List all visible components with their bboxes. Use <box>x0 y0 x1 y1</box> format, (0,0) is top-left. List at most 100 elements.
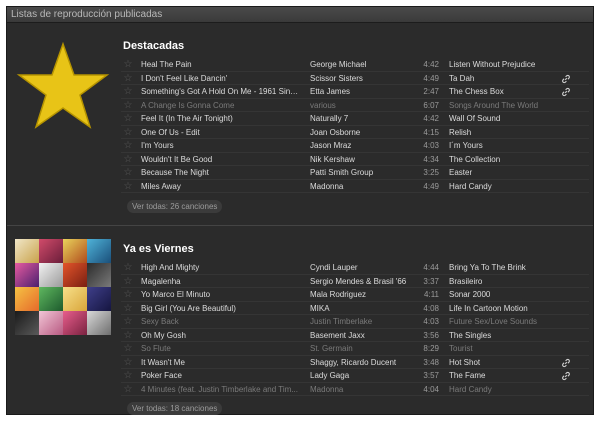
see-all-button[interactable]: Ver todas: 18 canciones <box>127 402 223 415</box>
track-artist[interactable]: Etta James <box>310 85 422 99</box>
track-name[interactable]: Feel It (In The Air Tonight) <box>141 112 301 126</box>
track-name[interactable]: Because The Night <box>141 166 301 180</box>
track-artist[interactable]: Basement Jaxx <box>310 329 422 343</box>
track-name[interactable]: A Change Is Gonna Come <box>141 99 301 113</box>
track-artist[interactable]: Mala Rodriguez <box>310 288 422 302</box>
track-name[interactable]: Poker Face <box>141 369 301 383</box>
star-outline-icon[interactable]: ☆ <box>121 112 135 126</box>
track-row[interactable]: ☆ Yo Marco El Minuto Mala Rodriguez 4:11 Son… <box>121 288 589 302</box>
link-icon[interactable] <box>561 87 571 97</box>
track-album[interactable]: The Singles <box>449 329 569 343</box>
track-artist[interactable]: Madonna <box>310 383 422 397</box>
star-outline-icon[interactable]: ☆ <box>121 356 135 370</box>
track-album[interactable]: The Chess Box <box>449 85 569 99</box>
star-outline-icon[interactable]: ☆ <box>121 99 135 113</box>
track-album[interactable]: Relish <box>449 126 569 140</box>
track-artist[interactable]: Scissor Sisters <box>310 72 422 86</box>
track-name[interactable]: Miles Away <box>141 180 301 194</box>
star-outline-icon[interactable]: ☆ <box>121 261 135 275</box>
track-album[interactable]: The Collection <box>449 153 569 167</box>
track-artist[interactable]: various <box>310 99 422 113</box>
track-artist[interactable]: Cyndi Lauper <box>310 261 422 275</box>
track-artist[interactable]: Joan Osborne <box>310 126 422 140</box>
track-album[interactable]: Sonar 2000 <box>449 288 569 302</box>
star-outline-icon[interactable]: ☆ <box>121 369 135 383</box>
track-name[interactable]: High And Mighty <box>141 261 301 275</box>
track-name[interactable]: Wouldn't It Be Good <box>141 153 301 167</box>
track-album[interactable]: Wall Of Sound <box>449 112 569 126</box>
playlist-title[interactable]: Destacadas <box>123 40 184 52</box>
star-outline-icon[interactable]: ☆ <box>121 139 135 153</box>
track-name[interactable]: Heal The Pain <box>141 58 301 72</box>
track-artist[interactable]: Sergio Mendes & Brasil '66 <box>310 275 422 289</box>
track-row[interactable]: ☆ Miles Away Madonna 4:49 Hard Candy <box>121 180 589 194</box>
star-outline-icon[interactable]: ☆ <box>121 166 135 180</box>
star-outline-icon[interactable]: ☆ <box>121 383 135 397</box>
track-row[interactable]: ☆ Sexy Back Justin Timberlake 4:03 Future Se… <box>121 315 589 329</box>
track-name[interactable]: 4 Minutes (feat. Justin Timberlake and T… <box>141 383 301 397</box>
track-album[interactable]: Listen Without Prejudice <box>449 58 569 72</box>
track-row[interactable]: ☆ Feel It (In The Air Tonight) Naturally 7… <box>121 112 589 126</box>
track-artist[interactable]: Naturally 7 <box>310 112 422 126</box>
star-outline-icon[interactable]: ☆ <box>121 180 135 194</box>
link-icon[interactable] <box>561 358 571 368</box>
link-icon[interactable] <box>561 74 571 84</box>
track-name[interactable]: Magalenha <box>141 275 301 289</box>
track-row[interactable]: ☆ One Of Us - Edit Joan Osborne 4:15 Relish <box>121 126 589 140</box>
track-album[interactable]: Ta Dah <box>449 72 569 86</box>
track-name[interactable]: I Don't Feel Like Dancin' <box>141 72 301 86</box>
track-name[interactable]: So Flute <box>141 342 301 356</box>
track-row[interactable]: ☆ Because The Night Patti Smith Group 3:25 E… <box>121 166 589 180</box>
star-outline-icon[interactable]: ☆ <box>121 58 135 72</box>
track-album[interactable]: I´m Yours <box>449 139 569 153</box>
track-name[interactable]: One Of Us - Edit <box>141 126 301 140</box>
track-row[interactable]: ☆ It Wasn't Me Shaggy, Ricardo Ducent 3:48 H… <box>121 356 589 370</box>
track-name[interactable]: I'm Yours <box>141 139 301 153</box>
track-artist[interactable]: Madonna <box>310 180 422 194</box>
track-row[interactable]: ☆ Wouldn't It Be Good Nik Kershaw 4:34 The C… <box>121 153 589 167</box>
track-album[interactable]: Brasileiro <box>449 275 569 289</box>
track-row[interactable]: ☆ A Change Is Gonna Come various 6:07 Songs … <box>121 99 589 113</box>
star-outline-icon[interactable]: ☆ <box>121 288 135 302</box>
track-artist[interactable]: Justin Timberlake <box>310 315 422 329</box>
see-all-button[interactable]: Ver todas: 26 canciones <box>127 200 223 213</box>
track-row[interactable]: ☆ Something's Got A Hold On Me - 1961 Sin… <box>121 85 589 99</box>
track-name[interactable]: Big Girl (You Are Beautiful) <box>141 302 301 316</box>
track-artist[interactable]: Jason Mraz <box>310 139 422 153</box>
star-outline-icon[interactable]: ☆ <box>121 153 135 167</box>
track-row[interactable]: ☆ Magalenha Sergio Mendes & Brasil '66 3:37… <box>121 275 589 289</box>
track-album[interactable]: Easter <box>449 166 569 180</box>
star-outline-icon[interactable]: ☆ <box>121 72 135 86</box>
track-album[interactable]: Hard Candy <box>449 180 569 194</box>
track-name[interactable]: Yo Marco El Minuto <box>141 288 301 302</box>
track-name[interactable]: Sexy Back <box>141 315 301 329</box>
track-name[interactable]: It Wasn't Me <box>141 356 301 370</box>
star-outline-icon[interactable]: ☆ <box>121 315 135 329</box>
track-row[interactable]: ☆ Heal The Pain George Michael 4:42 Listen W… <box>121 58 589 72</box>
album-mosaic-image[interactable] <box>15 239 111 335</box>
track-name[interactable]: Oh My Gosh <box>141 329 301 343</box>
track-row[interactable]: ☆ Big Girl (You Are Beautiful) MIKA 4:08 Lif… <box>121 302 589 316</box>
track-album[interactable]: Life In Cartoon Motion <box>449 302 569 316</box>
track-artist[interactable]: MIKA <box>310 302 422 316</box>
track-artist[interactable]: Nik Kershaw <box>310 153 422 167</box>
track-row[interactable]: ☆ I'm Yours Jason Mraz 4:03 I´m Yours <box>121 139 589 153</box>
track-row[interactable]: ☆ I Don't Feel Like Dancin' Scissor Sister… <box>121 72 589 86</box>
track-album[interactable]: Hot Shot <box>449 356 569 370</box>
star-outline-icon[interactable]: ☆ <box>121 329 135 343</box>
track-album[interactable]: Bring Ya To The Brink <box>449 261 569 275</box>
track-album[interactable]: Future Sex/Love Sounds <box>449 315 569 329</box>
track-row[interactable]: ☆ Oh My Gosh Basement Jaxx 3:56 The Singles <box>121 329 589 343</box>
track-artist[interactable]: Shaggy, Ricardo Ducent <box>310 356 422 370</box>
track-album[interactable]: Songs Around The World <box>449 99 569 113</box>
star-icon[interactable] <box>15 38 111 134</box>
star-outline-icon[interactable]: ☆ <box>121 302 135 316</box>
track-row[interactable]: ☆ 4 Minutes (feat. Justin Timberlake and … <box>121 383 589 397</box>
star-outline-icon[interactable]: ☆ <box>121 126 135 140</box>
track-row[interactable]: ☆ High And Mighty Cyndi Lauper 4:44 Bring Ya… <box>121 261 589 275</box>
playlist-title[interactable]: Ya es Viernes <box>123 243 194 255</box>
track-album[interactable]: Hard Candy <box>449 383 569 397</box>
track-artist[interactable]: Patti Smith Group <box>310 166 422 180</box>
star-outline-icon[interactable]: ☆ <box>121 85 135 99</box>
track-artist[interactable]: St. Germain <box>310 342 422 356</box>
